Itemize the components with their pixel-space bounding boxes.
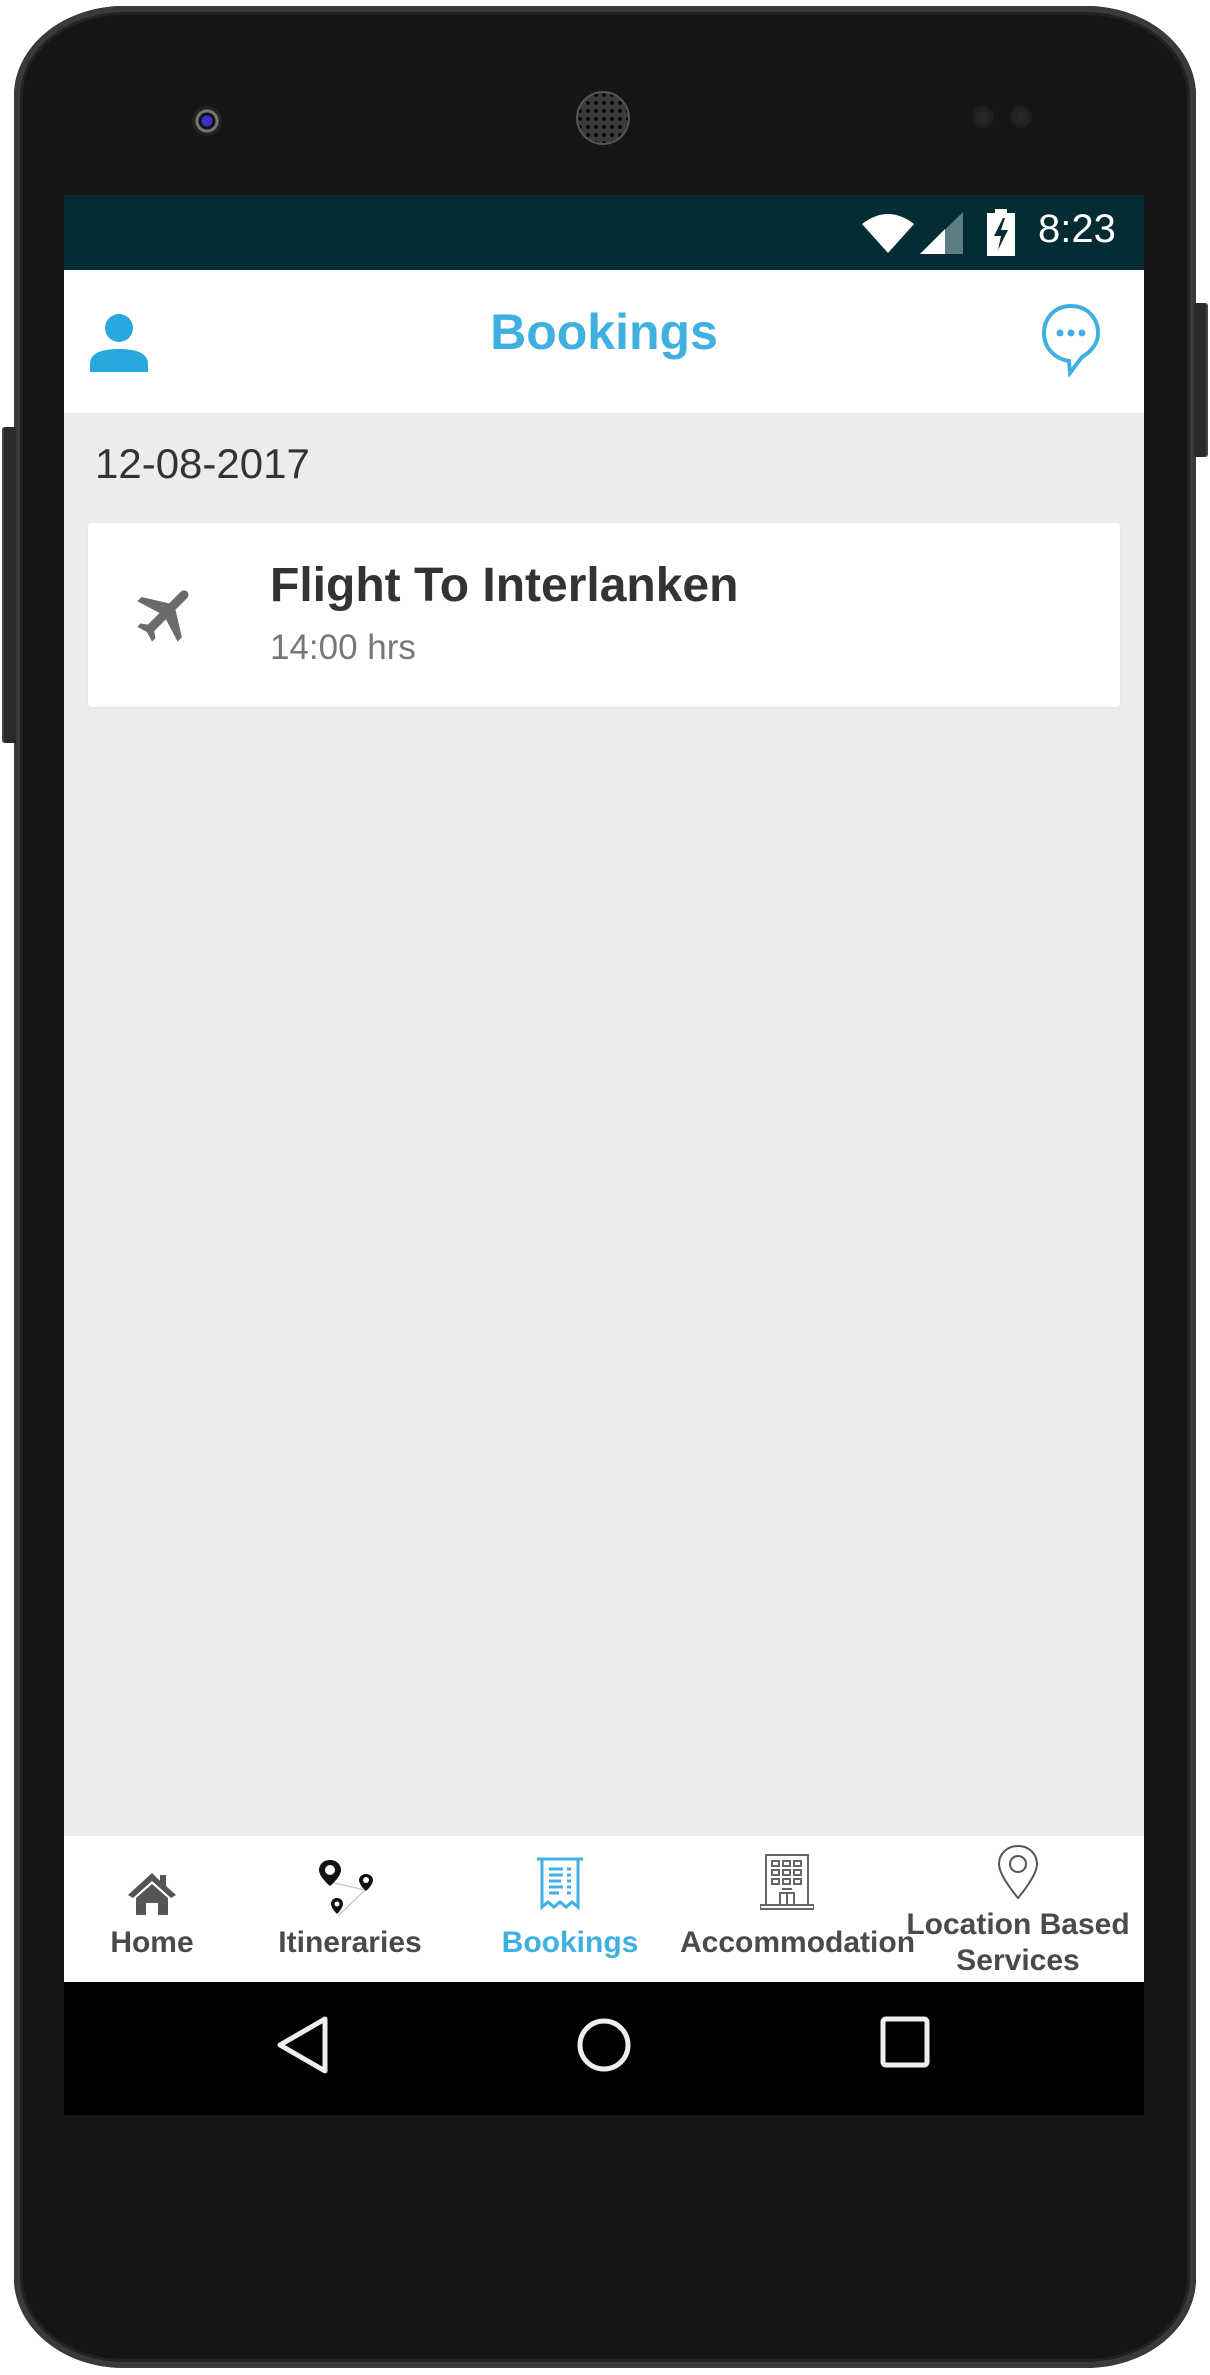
- building-icon: [760, 1854, 814, 1910]
- nav-label-itineraries: Itineraries: [278, 1926, 422, 1959]
- screen: 8:23 Bookings 12-08-2017 Flight To Inter…: [64, 195, 1144, 2115]
- nav-label-bookings: Bookings: [501, 1926, 639, 1959]
- system-back-button[interactable]: [274, 2015, 330, 2075]
- chat-icon: [1041, 303, 1101, 379]
- app-bar: Bookings: [64, 270, 1144, 413]
- home-icon: [128, 1873, 176, 1915]
- system-navigation-bar: [64, 1982, 1144, 2115]
- booking-list-item[interactable]: Flight To Interlanken 14:00 hrs: [88, 523, 1120, 707]
- system-recents-button[interactable]: [879, 2015, 931, 2071]
- battery-charging-icon: [987, 209, 1015, 256]
- nav-item-bookings[interactable]: Bookings: [460, 1836, 680, 1982]
- booking-title: Flight To Interlanken: [270, 559, 739, 612]
- earpiece-speaker: [576, 91, 630, 145]
- light-sensor: [1010, 106, 1032, 128]
- nav-label-location-line2: Services: [956, 1944, 1080, 1977]
- nav-label-home: Home: [110, 1926, 194, 1959]
- booking-time: 14:00 hrs: [270, 628, 416, 667]
- nav-label-location-line1: Location Based: [906, 1908, 1130, 1941]
- recents-icon: [880, 2016, 930, 2068]
- nav-item-accommodation[interactable]: Accommodation: [680, 1836, 916, 1982]
- nav-label-accommodation: Accommodation: [680, 1926, 916, 1959]
- proximity-sensor: [972, 106, 994, 128]
- status-time: 8:23: [1038, 207, 1116, 251]
- home-circle-icon: [577, 2018, 631, 2072]
- itinerary-pins-icon: [319, 1860, 373, 1917]
- system-home-button[interactable]: [576, 2015, 632, 2075]
- wifi-icon: [862, 214, 914, 253]
- receipt-icon: [537, 1857, 583, 1911]
- status-bar: 8:23: [64, 195, 1144, 270]
- signal-icon: [920, 212, 963, 254]
- plane-icon: [137, 590, 189, 642]
- nav-item-itineraries[interactable]: Itineraries: [240, 1836, 460, 1982]
- nav-item-location-services[interactable]: Location Based Services: [892, 1836, 1144, 1982]
- bottom-navigation: Home Itineraries Bookings Accommodation …: [64, 1836, 1144, 1982]
- power-button: [1194, 303, 1208, 457]
- chat-button[interactable]: [1040, 303, 1102, 379]
- volume-button: [2, 427, 16, 743]
- front-camera: [192, 106, 222, 136]
- back-icon: [277, 2016, 328, 2074]
- date-group-header: 12-08-2017: [95, 440, 310, 487]
- nav-item-home[interactable]: Home: [64, 1836, 240, 1982]
- location-pin-icon: [997, 1844, 1039, 1900]
- page-title: Bookings: [490, 304, 718, 360]
